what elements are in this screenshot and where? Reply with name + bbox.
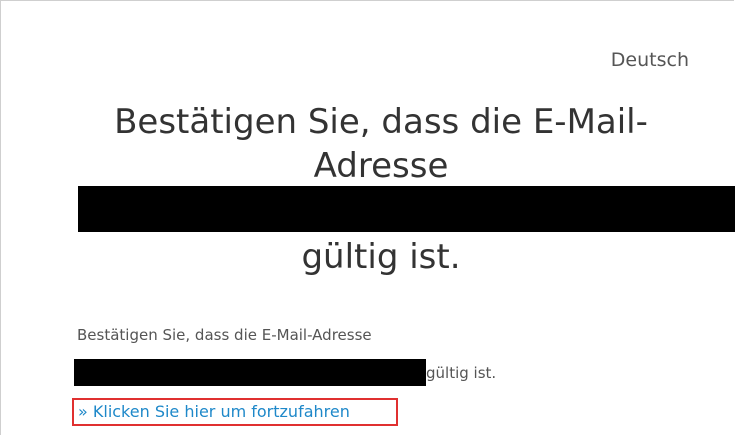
page-title-line-2: Adresse	[313, 146, 449, 186]
confirmation-text-ending: gültig ist.	[426, 364, 497, 382]
page-title: Bestätigen Sie, dass die E-Mail- Adresse	[61, 99, 701, 189]
confirmation-text: Bestätigen Sie, dass die E-Mail-Adresse	[77, 326, 372, 344]
page-title-ending: gültig ist.	[301, 237, 461, 277]
redacted-email-body	[74, 359, 426, 386]
page-frame: Deutsch Bestätigen Sie, dass die E-Mail-…	[0, 0, 735, 435]
page-title-line-1: Bestätigen Sie, dass die E-Mail-	[114, 102, 648, 142]
language-selector[interactable]: Deutsch	[611, 49, 689, 71]
redacted-email-heading	[78, 186, 735, 232]
continue-link[interactable]: » Klicken Sie hier um fortzufahren	[72, 398, 398, 426]
